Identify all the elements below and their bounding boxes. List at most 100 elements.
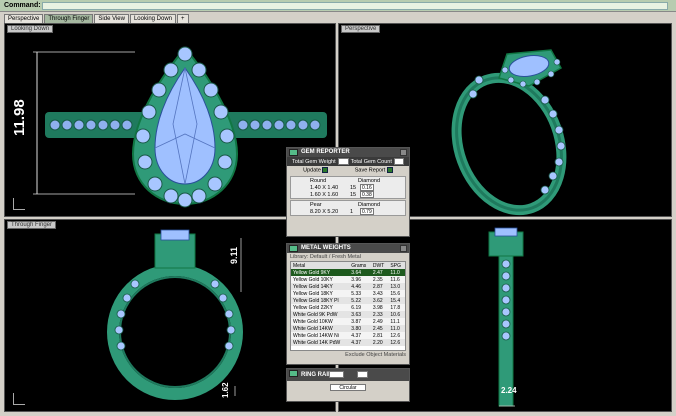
close-icon[interactable]	[400, 245, 407, 252]
gem-row[interactable]: 8.20 X 5.20 1 0.79	[291, 208, 405, 215]
gem-count: 15	[350, 184, 357, 191]
col-dwt[interactable]: DWT	[370, 262, 389, 269]
dimension-band-width: 2.24	[501, 386, 517, 395]
metal-cell-spg: 11.1	[388, 318, 405, 325]
dimension-shank-thickness: 1.62	[221, 382, 230, 398]
library-label: Library: Default / Fresh Metal	[290, 254, 361, 260]
metal-weights-title: METAL WEIGHTS	[301, 245, 351, 251]
metal-cell-spg: 11.0	[388, 325, 405, 332]
add-tab-button[interactable]: +	[177, 14, 189, 23]
metal-cell-grams: 4.37	[349, 339, 371, 346]
gem-size: 1.60 X 1.60	[310, 191, 339, 198]
metal-cell-dwt: 2.45	[370, 325, 389, 332]
gem-count: 1	[350, 208, 354, 215]
metal-cell-spg: 12.6	[388, 332, 405, 339]
metal-cell-dwt: 2.87	[370, 283, 389, 290]
metal-row[interactable]: White Gold 9K PdW 3.63 2.33 10.6	[291, 311, 405, 318]
ring-rail-icon	[289, 370, 298, 377]
metal-table-container[interactable]: Metal Grams DWT SPG Yellow Gold 9KY 3.64 2…	[290, 261, 406, 351]
metal-row[interactable]: White Gold 14KW 3.80 2.45 11.0	[291, 325, 405, 332]
viewport-label[interactable]: Perspective	[341, 25, 381, 33]
update-button[interactable]: Update	[303, 167, 329, 174]
ring-rail-header: RING RAIL USA 7.5	[287, 369, 409, 381]
gem-weight: 0.38	[360, 191, 374, 198]
metal-row[interactable]: White Gold 14KW Ni 4.37 2.81 12.6	[291, 332, 405, 339]
metal-cell-grams: 4.37	[349, 332, 371, 339]
metal-cell-spg: 11.6	[388, 276, 405, 283]
gem-reporter-panel: GEM REPORTER Total Gem Weight 1.3 Total …	[286, 147, 410, 237]
metal-cell-grams: 3.96	[349, 276, 371, 283]
viewport-label[interactable]: Looking Down	[7, 25, 54, 33]
gem-row[interactable]: 1.40 X 1.40 15 0.16	[291, 184, 405, 191]
command-label: Command:	[4, 2, 41, 9]
units-row: Circular	[287, 381, 409, 393]
metal-weights-panel: METAL WEIGHTS Library: Default / Fresh M…	[286, 243, 410, 365]
metal-cell-spg: 11.0	[388, 269, 405, 276]
col-grams[interactable]: Grams	[349, 262, 371, 269]
metal-table: Metal Grams DWT SPG Yellow Gold 9KY 3.64 2…	[291, 262, 405, 346]
refresh-icon	[322, 167, 329, 174]
save-report-button[interactable]: Save Report	[355, 167, 393, 174]
app-window: Command: Perspective Through Finger Side…	[0, 0, 676, 416]
gem-actions-row: Update Save Report	[287, 166, 409, 175]
viewport-label[interactable]: Through Finger	[7, 221, 57, 229]
gem-weight: 0.16	[360, 184, 374, 191]
metal-cell-metal: White Gold 14KW Ni	[291, 332, 350, 339]
metal-row[interactable]: Yellow Gold 14KY 4.46 2.87 13.0	[291, 283, 405, 290]
metal-cell-grams: 3.64	[349, 269, 371, 276]
save-icon	[386, 167, 393, 174]
metal-row[interactable]: Yellow Gold 10KY 3.96 2.35 11.6	[291, 276, 405, 283]
metal-cell-grams: 5.33	[349, 290, 371, 297]
gem-row[interactable]: 1.60 X 1.60 15 0.38	[291, 191, 405, 198]
units-select[interactable]: Circular	[330, 383, 366, 391]
ring-size-input[interactable]: 7.5	[357, 371, 368, 378]
metal-table-header: Metal Grams DWT SPG	[291, 262, 405, 269]
size-system-select[interactable]: USA	[329, 371, 344, 378]
metal-cell-spg: 15.6	[388, 290, 405, 297]
metal-weights-icon	[289, 245, 298, 252]
metal-row[interactable]: Yellow Gold 22KY 6.19 3.98 17.8	[291, 304, 405, 311]
metal-cell-grams: 3.63	[349, 311, 371, 318]
metal-cell-dwt: 3.98	[370, 304, 389, 311]
metal-cell-dwt: 3.62	[370, 297, 389, 304]
metal-cell-metal: Yellow Gold 18KY	[291, 290, 350, 297]
metal-cell-dwt: 2.47	[370, 269, 389, 276]
ring-rail-panel: RING RAIL USA 7.5 Circular	[286, 368, 410, 402]
gem-size: 1.40 X 1.40	[310, 184, 339, 191]
metal-cell-grams: 4.46	[349, 283, 371, 290]
gem-totals-row: Total Gem Weight 1.3 Total Gem Count 30	[287, 157, 409, 166]
metal-table-body: Yellow Gold 9KY 3.64 2.47 11.0 Yellow Gold 1…	[291, 269, 405, 346]
total-weight-label: Total Gem Weight	[292, 158, 336, 165]
metal-cell-dwt: 2.33	[370, 311, 389, 318]
metal-cell-spg: 15.4	[388, 297, 405, 304]
tab-side-view[interactable]: Side View	[94, 14, 129, 23]
metal-row[interactable]: White Gold 14K PdW 4.37 2.20 12.6	[291, 339, 405, 346]
gem-group-round: Round Diamond 1.40 X 1.40 15 0.16 1.60 X…	[290, 176, 406, 199]
metal-row[interactable]: Yellow Gold 18KY Pl 5.22 3.62 15.4	[291, 297, 405, 304]
tab-looking-down[interactable]: Looking Down	[129, 14, 176, 23]
tab-through-finger[interactable]: Through Finger	[44, 14, 94, 23]
metal-row[interactable]: Yellow Gold 18KY 5.33 3.43 15.6	[291, 290, 405, 297]
total-count-value: 30	[393, 158, 404, 165]
metal-cell-dwt: 2.35	[370, 276, 389, 283]
metal-row[interactable]: White Gold 10KW 3.87 2.49 11.1	[291, 318, 405, 325]
tab-perspective[interactable]: Perspective	[4, 14, 44, 23]
metal-cell-grams: 6.19	[349, 304, 371, 311]
gem-group-pear: Pear Diamond 8.20 X 5.20 1 0.79	[290, 200, 406, 216]
exclude-row[interactable]: Exclude Object Materials	[287, 351, 409, 359]
gem-reporter-icon	[289, 149, 298, 156]
library-row[interactable]: Library: Default / Fresh Metal	[287, 253, 409, 261]
col-metal[interactable]: Metal	[291, 262, 350, 269]
metal-cell-spg: 13.0	[388, 283, 405, 290]
metal-cell-spg: 12.6	[388, 339, 405, 346]
col-spg[interactable]: SPG	[388, 262, 405, 269]
dimension-height: 11.98	[11, 99, 28, 136]
metal-row[interactable]: Yellow Gold 9KY 3.64 2.47 11.0	[291, 269, 405, 276]
command-input[interactable]	[42, 2, 668, 10]
metal-cell-spg: 10.6	[388, 311, 405, 318]
gem-shape: Round	[310, 177, 327, 184]
close-icon[interactable]	[400, 149, 407, 156]
total-weight-value: 1.3	[337, 158, 349, 165]
metal-cell-metal: Yellow Gold 22KY	[291, 304, 350, 311]
axis-indicator-icon	[13, 198, 25, 210]
